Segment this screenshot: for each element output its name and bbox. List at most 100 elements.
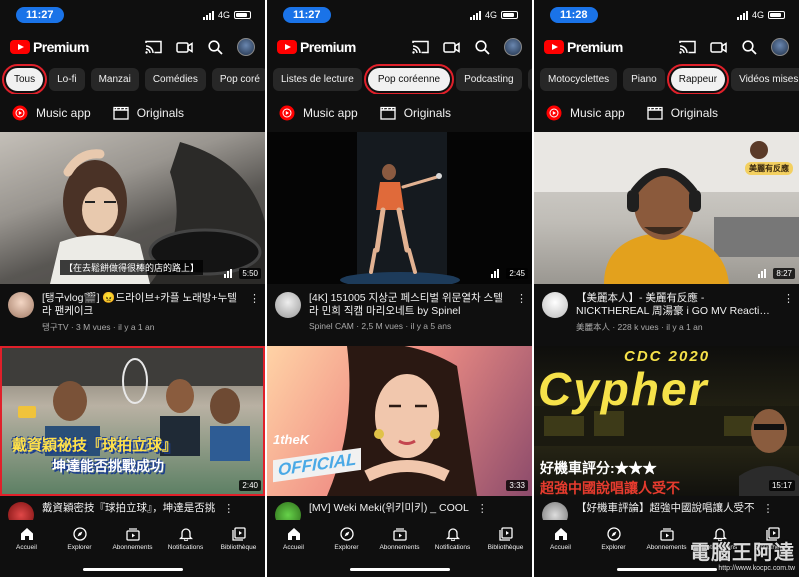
nav-library[interactable]: Bibliothèque (480, 527, 532, 577)
video-channel-meta: 美麗本人 · 228 k vues · il y a 1 an (576, 322, 703, 332)
youtube-premium-logo[interactable]: Premium (10, 39, 89, 55)
chip-listes-de-lecture[interactable]: Listes de lecture (273, 67, 362, 91)
network-label: 4G (751, 10, 764, 20)
chip-videos-mises-en-ligne[interactable]: Vidéos mises en (731, 67, 799, 91)
nav-home[interactable]: Accueil (268, 527, 320, 577)
clapperboard-icon (380, 106, 396, 120)
account-avatar[interactable] (771, 38, 789, 56)
equalizer-icon (491, 269, 499, 278)
battery-icon (501, 11, 518, 19)
youtube-logo-icon (10, 40, 30, 54)
more-options-icon[interactable]: ⋮ (783, 292, 794, 346)
youtube-premium-logo[interactable]: Premium (277, 39, 356, 55)
youtube-logo-icon (277, 40, 297, 54)
home-indicator (350, 568, 450, 571)
corner-badge: 美麗有反應 (745, 162, 793, 175)
video-meta: [탱구vlog🎬] 😠드라이브+카플 노래방+누텔라 팬케이크 탱구TV · 3… (0, 284, 265, 346)
video-title-2[interactable]: 戴資穎密技『球拍立球』，坤達是否挑 (42, 502, 215, 520)
nav-library[interactable]: Bibliothèque (213, 527, 265, 577)
video-thumbnail-2[interactable]: 1theK OFFICIAL 3:33 (267, 346, 532, 496)
brand-label: 1theK (273, 432, 310, 447)
video-thumbnail[interactable]: 美麗有反應 8:27 (534, 132, 799, 284)
video-channel-meta: 탱구TV · 3 M vues · il y a 1 an (42, 322, 155, 332)
chip-pop-coreenne[interactable]: Pop coréenne (363, 64, 455, 94)
channel-avatar[interactable] (8, 292, 34, 318)
create-video-icon[interactable] (442, 38, 460, 56)
video-title[interactable]: 【美麗本人】- 美麗有反應 - NICKTHEREAL 周湯豪 i GO MV … (576, 292, 775, 318)
more-options-icon[interactable]: ⋮ (516, 292, 527, 346)
channel-avatar[interactable] (275, 292, 301, 318)
home-indicator (83, 568, 183, 571)
cast-icon[interactable] (144, 38, 162, 56)
account-avatar[interactable] (504, 38, 522, 56)
more-options-icon[interactable]: ⋮ (477, 502, 488, 520)
status-icons: 4G (469, 10, 518, 20)
search-icon[interactable] (740, 38, 758, 56)
originals-label: Originals (136, 106, 185, 120)
nav-notifications-label: Notifications (434, 544, 471, 551)
chip-piano[interactable]: Piano (623, 67, 665, 91)
chip-manzai[interactable]: Manzai (90, 67, 139, 91)
more-options-icon[interactable]: ⋮ (763, 502, 774, 520)
clapperboard-icon (647, 106, 663, 120)
account-avatar[interactable] (237, 38, 255, 56)
nav-explore-label: Explorer (334, 544, 359, 551)
overlay-line-1: 戴資穎祕技『球拍立球』 (12, 437, 178, 454)
status-icons: 4G (736, 10, 785, 20)
chip-pop-coreenne[interactable]: Pop coré (211, 67, 265, 91)
cast-icon[interactable] (678, 38, 696, 56)
video-thumbnail-2[interactable]: CDC 2020 Cypher 好機車評分:★★★ 超強中國說唱讓人受不 15:… (534, 346, 799, 496)
home-icon (287, 528, 300, 540)
more-options-icon[interactable]: ⋮ (223, 502, 234, 520)
originals-link[interactable]: Originals (647, 106, 718, 120)
video-thumbnail[interactable]: 2:45 (267, 132, 532, 284)
overlay-line-2: 超強中國說唱讓人受不 (540, 480, 680, 496)
video-title[interactable]: [4K] 151005 지상군 페스티벌 위문열차 스텔라 민희 직캠 마리오네… (309, 292, 508, 318)
status-icons: 4G (202, 10, 251, 20)
channel-avatar[interactable] (542, 292, 568, 318)
watermark-url: http://www.kocpc.com.tw (718, 565, 795, 572)
music-app-link[interactable]: Music app (12, 105, 91, 121)
chip-podcasting[interactable]: Podcasting (456, 67, 522, 91)
overlay-line-1: 好機車評分:★★★ (540, 460, 657, 476)
chip-tous[interactable]: Tous (1, 64, 48, 94)
chip-rappeur[interactable]: Rappeur (666, 64, 730, 94)
create-video-icon[interactable] (175, 38, 193, 56)
nav-home[interactable]: Accueil (535, 527, 587, 577)
compass-icon (606, 527, 621, 541)
network-label: 4G (217, 10, 230, 20)
more-options-icon[interactable]: ⋮ (249, 292, 260, 346)
video-title-2[interactable]: 【好機車評論】超強中國說唱讓人受不 (576, 502, 755, 520)
phone-screen-2: 11:27 4G Premium Listes de lecture Pop c… (267, 0, 532, 577)
logo-text: Premium (300, 39, 356, 55)
chip-lofi[interactable]: Lo-fi (49, 67, 85, 91)
music-app-link[interactable]: Music app (279, 105, 358, 121)
video-duration: 8:27 (773, 268, 795, 279)
music-app-label: Music app (36, 106, 91, 120)
youtube-music-icon (279, 105, 295, 121)
status-time: 11:27 (283, 7, 331, 23)
originals-link[interactable]: Originals (113, 106, 184, 120)
create-video-icon[interactable] (709, 38, 727, 56)
video-meta-2: 戴資穎密技『球拍立球』，坤達是否挑 ⋮ (0, 496, 265, 528)
bottom-navigation: Accueil Explorer Abonnements Notificatio… (0, 520, 265, 577)
site-watermark: 電腦王阿達 http://www.kocpc.com.tw (690, 536, 795, 572)
video-title[interactable]: [탱구vlog🎬] 😠드라이브+카플 노래방+누텔라 팬케이크 (42, 292, 241, 318)
nav-home[interactable]: Accueil (1, 527, 53, 577)
music-app-link[interactable]: Music app (546, 105, 625, 121)
youtube-premium-logo[interactable]: Premium (544, 39, 623, 55)
video-duration: 2:40 (239, 480, 261, 491)
originals-link[interactable]: Originals (380, 106, 451, 120)
video-thumbnail[interactable]: 【在去鬆餅做得很棒的店的路上】 5:50 (0, 132, 265, 284)
cast-icon[interactable] (411, 38, 429, 56)
search-icon[interactable] (473, 38, 491, 56)
chip-comedies[interactable]: Comédies (144, 67, 206, 91)
search-icon[interactable] (206, 38, 224, 56)
video-meta-2: 【好機車評論】超強中國說唱讓人受不 ⋮ (534, 496, 799, 528)
home-icon (20, 528, 33, 540)
chip-motocyclettes[interactable]: Motocyclettes (540, 67, 618, 91)
video-title-2[interactable]: [MV] Weki Meki(위키미키) _ COOL (309, 502, 469, 520)
video-thumbnail-2[interactable]: 戴資穎祕技『球拍立球』 坤達能否挑戰成功 2:40 (0, 346, 265, 496)
chip-cut-off[interactable]: C (527, 67, 532, 91)
nav-subscriptions-label: Abonnements (379, 544, 420, 551)
